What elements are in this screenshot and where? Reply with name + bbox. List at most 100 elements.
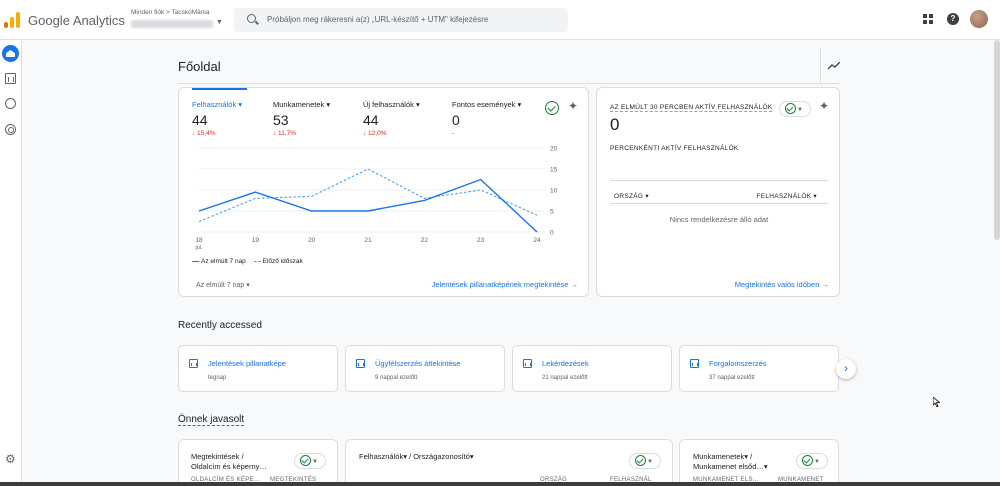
metric-value: 44: [192, 112, 208, 128]
no-data-message: Nincs rendelkezésre álló adat: [669, 215, 769, 224]
report-icon: [356, 359, 365, 368]
view-realtime-link[interactable]: Megtekintés valós időben →: [735, 280, 829, 289]
check-icon: [300, 455, 311, 466]
metric-delta: -: [452, 130, 455, 137]
card-status-dropdown[interactable]: ▼: [294, 453, 326, 469]
metric-value: 0: [452, 112, 460, 128]
users-line-chart: 20 15 10 5 0 18 19 20 21 22 23 24 júl.: [194, 146, 558, 252]
account-breadcrumb[interactable]: Minden fiók > TacskóMánia: [131, 9, 209, 16]
column-header-country[interactable]: ORSZÁG ▾: [614, 192, 649, 200]
metric-label: Fontos események ▾: [452, 100, 522, 109]
column-header-users[interactable]: FELHASZNÁLÓK ▾: [756, 192, 817, 200]
realtime-value: 0: [610, 115, 620, 134]
recent-card-title: Forgalomszerzés: [709, 359, 767, 368]
recent-card[interactable]: Jelentések pillanatképe tegnap: [178, 345, 338, 392]
check-icon: [635, 455, 646, 466]
suggested-card-title: Megtekintések / Oldalcím és képerny…: [191, 452, 267, 471]
metric-sessions[interactable]: Munkamenetek ▾ 53 ↓ 11,7%: [273, 100, 330, 137]
x-tick-label: 18: [195, 237, 203, 244]
y-tick-label: 10: [550, 188, 558, 195]
legend-swatch-current: [192, 260, 199, 262]
suggested-card-title: Felhasználók▾ / Országazonosító▾: [359, 452, 474, 461]
date-range-selector[interactable]: Az elmúlt 7 nap ▾: [196, 281, 250, 289]
y-tick-label: 0: [550, 230, 554, 237]
advertising-icon[interactable]: [5, 124, 16, 135]
chart-legend: Az elmúlt 7 nap Előző időszak: [192, 258, 303, 265]
legend-swatch-previous: [253, 260, 261, 262]
app-title[interactable]: Google Analytics: [28, 13, 125, 28]
metric-label: Munkamenetek ▾: [273, 100, 331, 109]
realtime-subtitle: PERCENKÉNTI AKTÍV FELHASZNÁLÓK: [610, 145, 739, 152]
view-snapshot-link[interactable]: Jelentések pillanatképének megtekintése …: [432, 280, 578, 289]
avatar[interactable]: [970, 10, 988, 28]
scrollbar[interactable]: [994, 40, 1000, 240]
chevron-right-icon[interactable]: ›: [836, 359, 856, 379]
suggested-card[interactable]: Megtekintések / Oldalcím és képerny… ▼ O…: [178, 439, 338, 486]
y-tick-label: 20: [550, 146, 558, 153]
help-icon[interactable]: ?: [947, 13, 959, 25]
realtime-status-dropdown[interactable]: ▼: [779, 101, 811, 117]
metric-users[interactable]: Felhasználók ▾ 44 ↓ 15,4%: [192, 100, 242, 137]
recent-card-title: Lekérdezések: [542, 359, 589, 368]
chevron-down-icon: ▼: [814, 459, 820, 465]
recent-card-title: Jelentések pillanatképe: [208, 359, 286, 368]
recent-card[interactable]: Lekérdezések 21 nappal ezelőtt: [512, 345, 672, 392]
recent-card[interactable]: Forgalomszerzés 37 nappal ezelőtt: [679, 345, 839, 392]
series-line-current: [198, 178, 538, 233]
suggested-card[interactable]: Munkamenetek▾ / Munkamenet elsőd…▾ ▼ MUN…: [679, 439, 839, 486]
settings-icon[interactable]: ⚙: [5, 453, 16, 465]
suggested-card[interactable]: Felhasználók▾ / Országazonosító▾ ▼ ORSZÁ…: [345, 439, 673, 486]
search-input[interactable]: Próbáljon meg rákeresni a(z) „URL-készít…: [267, 15, 488, 24]
sparkle-icon[interactable]: ✦: [819, 99, 829, 113]
insights-icon[interactable]: [828, 62, 840, 70]
header-divider: [820, 48, 821, 84]
series-line-previous: [198, 168, 538, 223]
active-tab-indicator: [192, 88, 247, 90]
x-tick-label: 22: [421, 237, 429, 244]
home-icon[interactable]: [2, 45, 19, 62]
metric-label: Felhasználók ▾: [192, 100, 243, 109]
recent-card-time: tegnap: [208, 375, 227, 381]
taskbar-edge: [0, 482, 1000, 486]
account-name-blurred[interactable]: [131, 20, 213, 28]
card-status-dropdown[interactable]: ▼: [796, 453, 828, 469]
apps-icon[interactable]: [923, 14, 934, 25]
metric-key-events[interactable]: Fontos események ▾ 0 -: [452, 100, 521, 137]
reports-icon[interactable]: [5, 73, 16, 84]
metric-new-users[interactable]: Új felhasználók ▾ 44 ↓ 12,0%: [363, 100, 420, 137]
top-bar: Google Analytics Minden fiók > TacskóMán…: [0, 0, 1000, 40]
metric-label: Új felhasználók ▾: [363, 100, 420, 109]
mouse-cursor-icon: [933, 397, 940, 407]
x-tick-label: 24: [533, 237, 541, 244]
recent-card-time: 21 nappal ezelőtt: [542, 375, 588, 381]
check-icon: [802, 455, 813, 466]
account-dropdown-icon[interactable]: ▼: [216, 19, 223, 26]
metric-value: 53: [273, 112, 289, 128]
realtime-card: AZ ELMÚLT 30 PERCBEN AKTÍV FELHASZNÁLÓK …: [596, 87, 840, 297]
suggested-section-title: Önnek javasolt: [178, 414, 245, 426]
search-icon: [247, 14, 256, 23]
chevron-down-icon: ▼: [797, 107, 803, 113]
suggested-card-title: Munkamenetek▾ / Munkamenet elsőd…▾: [693, 452, 768, 471]
card-status-dropdown[interactable]: ▼: [629, 453, 661, 469]
left-nav: ⚙: [0, 40, 22, 486]
title-divider: [178, 83, 840, 84]
recent-card[interactable]: Ügyfélszerzés áttekintése 9 nappal ezelő…: [345, 345, 505, 392]
search-bar[interactable]: Próbáljon meg rákeresni a(z) „URL-készít…: [234, 8, 568, 32]
realtime-title: AZ ELMÚLT 30 PERCBEN AKTÍV FELHASZNÁLÓK: [610, 104, 773, 112]
sparkle-icon[interactable]: ✦: [568, 99, 578, 113]
explore-icon[interactable]: [5, 98, 16, 109]
x-tick-label: 20: [308, 237, 316, 244]
metric-value: 44: [363, 112, 379, 128]
report-icon: [523, 359, 532, 368]
check-icon[interactable]: [545, 101, 559, 115]
x-tick-label: 19: [252, 237, 260, 244]
legend-current: Az elmúlt 7 nap: [201, 258, 246, 265]
analytics-logo-icon[interactable]: [4, 12, 20, 28]
x-tick-sublabel: júl.: [194, 245, 203, 251]
metric-delta: ↓ 11,7%: [273, 130, 297, 137]
recent-card-time: 9 nappal ezelőtt: [375, 375, 418, 381]
legend-previous: Előző időszak: [262, 258, 303, 265]
metric-delta: ↓ 12,0%: [363, 130, 387, 137]
table-divider: [610, 203, 828, 204]
